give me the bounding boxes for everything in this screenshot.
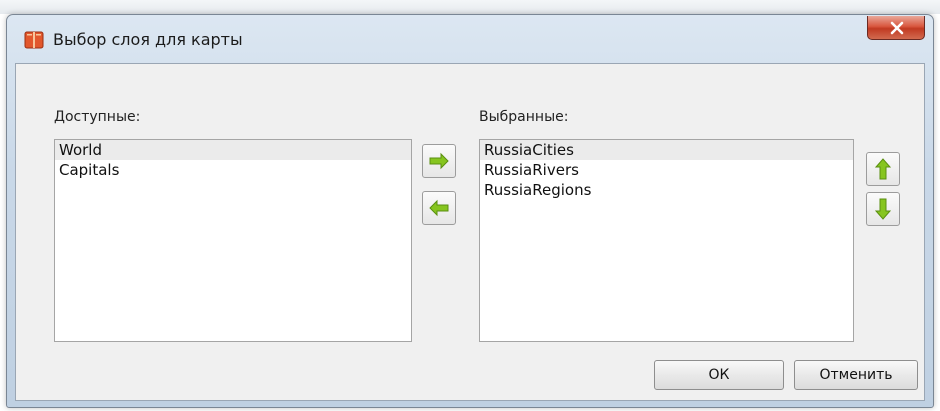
map-book-icon (24, 31, 44, 49)
cancel-button[interactable]: Отменить (794, 360, 918, 390)
move-up-button[interactable] (866, 152, 900, 186)
close-button[interactable] (867, 16, 925, 40)
list-item[interactable]: RussiaCities (480, 140, 853, 160)
dialog-body: Доступные: World Capitals Выбранные: Rus… (15, 63, 925, 401)
window-title: Выбор слоя для карты (53, 30, 243, 49)
move-down-button[interactable] (866, 192, 900, 226)
available-label: Доступные: (54, 109, 141, 125)
selected-list[interactable]: RussiaCities RussiaRivers RussiaRegions (479, 139, 854, 342)
list-item[interactable]: Capitals (55, 160, 411, 180)
list-item[interactable]: RussiaRegions (480, 180, 853, 200)
remove-layer-button[interactable] (422, 191, 456, 225)
available-list[interactable]: World Capitals (54, 139, 412, 342)
desktop-background (0, 0, 940, 14)
list-item[interactable]: RussiaRivers (480, 160, 853, 180)
dialog-window: Выбор слоя для карты Доступные: World Ca… (6, 14, 934, 408)
ok-button[interactable]: ОК (654, 360, 784, 390)
selected-label: Выбранные: (479, 109, 569, 125)
add-layer-button[interactable] (422, 144, 456, 178)
title-bar[interactable]: Выбор слоя для карты (7, 15, 933, 67)
list-item[interactable]: World (55, 140, 411, 160)
